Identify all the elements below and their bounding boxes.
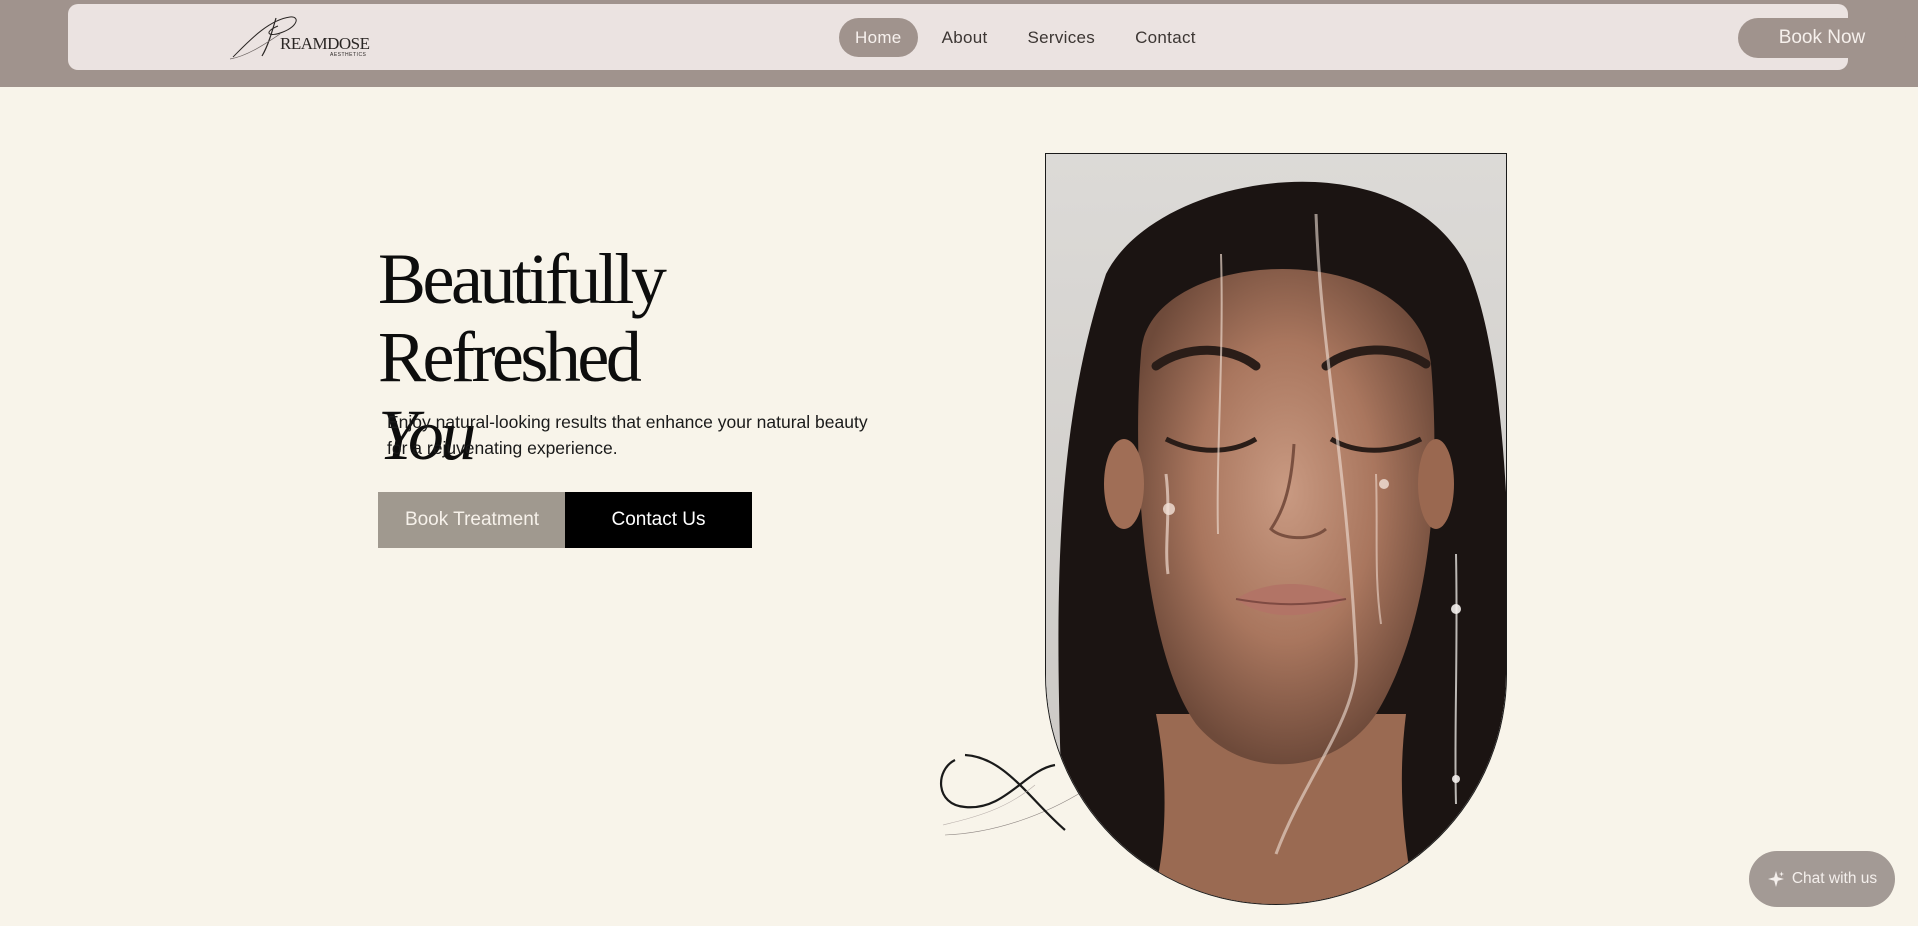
- nav-bar: REAMDOSE AESTHETICS Home About Services …: [68, 4, 1906, 70]
- chat-with-us-button[interactable]: Chat with us: [1749, 851, 1895, 907]
- logo-subtext: AESTHETICS: [330, 52, 367, 58]
- contact-us-button[interactable]: Contact Us: [565, 492, 752, 548]
- chat-label: Chat with us: [1791, 870, 1878, 887]
- book-treatment-button[interactable]: Book Treatment: [378, 492, 566, 548]
- nav-item-home[interactable]: Home: [839, 18, 918, 57]
- nav-item-about[interactable]: About: [926, 18, 1004, 57]
- sparkle-icon: [1767, 870, 1785, 888]
- portrait-photo: [1046, 154, 1506, 904]
- book-now-button[interactable]: Book Now: [1738, 18, 1906, 58]
- main-nav: Home About Services Contact: [839, 18, 1220, 57]
- hero-title-line1: Beautifully Refreshed: [378, 239, 667, 397]
- logo-text: REAMDOSE: [280, 34, 370, 53]
- nav-item-services[interactable]: Services: [1012, 18, 1112, 57]
- nav-item-contact[interactable]: Contact: [1119, 18, 1212, 57]
- logo[interactable]: REAMDOSE AESTHETICS: [228, 12, 370, 62]
- hero-portrait-image: [1045, 153, 1507, 905]
- hero-subtitle: Enjoy natural-looking results that enhan…: [387, 412, 868, 458]
